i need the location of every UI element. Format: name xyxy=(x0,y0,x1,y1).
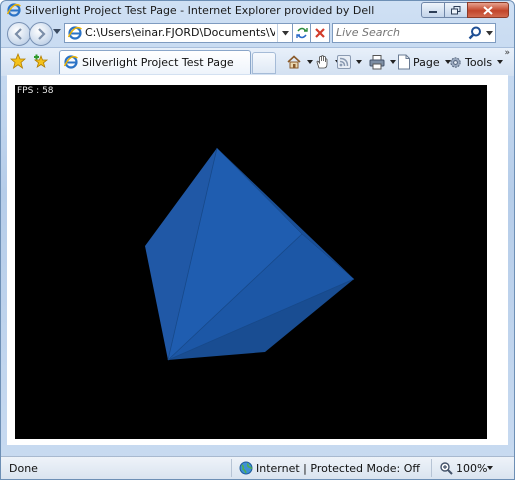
zoom-level: 100% xyxy=(456,461,488,475)
back-arrow-icon xyxy=(14,28,22,40)
chevron-down-icon xyxy=(281,30,289,35)
forward-arrow-icon xyxy=(38,28,46,40)
tab-silverlight-test-page[interactable]: Silverlight Project Test Page xyxy=(59,50,251,74)
globe-icon xyxy=(239,461,253,475)
hand-icon xyxy=(316,55,328,69)
printer-icon xyxy=(369,55,385,70)
security-zone[interactable]: Internet | Protected Mode: Off xyxy=(239,460,420,476)
minimize-icon xyxy=(429,11,437,13)
page-icon xyxy=(398,54,410,70)
search-dropdown-button[interactable] xyxy=(483,24,495,42)
status-divider xyxy=(231,459,232,477)
home-button[interactable] xyxy=(286,53,313,71)
zoom-control[interactable]: 100% xyxy=(439,460,487,476)
search-icon xyxy=(468,26,481,40)
restore-icon xyxy=(451,5,461,14)
zoom-icon xyxy=(440,462,453,475)
tab-bar: Silverlight Project Test Page Page Tools… xyxy=(1,47,514,76)
minimize-button[interactable] xyxy=(421,2,445,18)
chevron-down-icon xyxy=(485,30,493,35)
favorites-star-icon[interactable] xyxy=(10,53,26,69)
close-button[interactable] xyxy=(467,2,509,18)
feeds-button[interactable] xyxy=(337,53,362,71)
new-tab-button[interactable] xyxy=(252,52,276,74)
ie-page-icon xyxy=(68,26,82,40)
tools-menu-button[interactable]: Tools xyxy=(448,53,504,71)
ie-page-icon xyxy=(64,55,78,69)
address-text[interactable]: C:\Users\einar.FJORD\Documents\Visual St… xyxy=(85,26,275,39)
page-menu-button[interactable]: Page xyxy=(397,53,451,71)
stop-button[interactable] xyxy=(310,23,330,43)
address-bar[interactable]: C:\Users\einar.FJORD\Documents\Visual St… xyxy=(64,23,293,43)
rotating-3d-shape xyxy=(145,147,355,361)
close-icon xyxy=(483,5,493,15)
window-controls xyxy=(421,2,509,18)
tab-label: Silverlight Project Test Page xyxy=(82,56,234,69)
status-bar: Done Internet | Protected Mode: Off 100% xyxy=(1,456,514,479)
search-button[interactable] xyxy=(467,25,483,41)
back-button[interactable] xyxy=(7,22,31,46)
address-dropdown-button[interactable] xyxy=(277,24,292,42)
zone-text: Internet | Protected Mode: Off xyxy=(256,461,420,475)
title-bar: Silverlight Project Test Page - Internet… xyxy=(1,1,514,19)
print-button[interactable] xyxy=(369,53,396,71)
status-divider xyxy=(431,459,432,477)
tools-menu-label: Tools xyxy=(465,55,493,69)
recent-pages-dropdown-icon[interactable] xyxy=(53,29,61,34)
ie-icon xyxy=(7,3,21,17)
zoom-dropdown-icon[interactable] xyxy=(487,466,493,470)
add-favorites-icon[interactable] xyxy=(33,53,49,69)
stop-icon xyxy=(315,28,325,38)
page-menu-label: Page xyxy=(413,55,440,69)
silverlight-stage[interactable]: FPS : 58 xyxy=(15,85,487,439)
window-title: Silverlight Project Test Page - Internet… xyxy=(25,4,375,17)
refresh-button[interactable] xyxy=(292,23,312,43)
home-icon xyxy=(287,55,301,69)
navigation-bar: C:\Users\einar.FJORD\Documents\Visual St… xyxy=(1,19,514,47)
search-input[interactable] xyxy=(336,25,476,40)
forward-button[interactable] xyxy=(29,22,53,46)
page-content: FPS : 58 xyxy=(7,75,508,445)
status-text: Done xyxy=(9,462,38,475)
feed-icon xyxy=(337,55,351,69)
chevron-more-icon[interactable]: » xyxy=(504,48,510,58)
browser-window: Silverlight Project Test Page - Internet… xyxy=(0,0,515,480)
search-box[interactable] xyxy=(332,23,496,43)
refresh-icon xyxy=(296,27,308,39)
gear-icon xyxy=(450,56,461,68)
maximize-button[interactable] xyxy=(444,2,468,18)
